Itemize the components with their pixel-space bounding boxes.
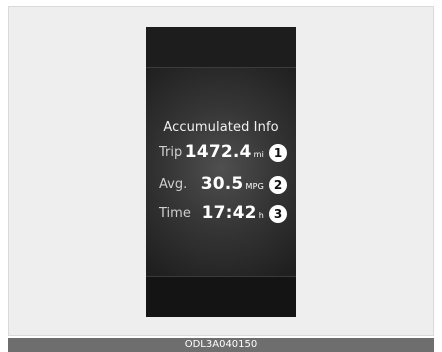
display-bottom-bar xyxy=(146,276,296,317)
trip-value: 1472.4 mi xyxy=(185,142,264,162)
trip-label: Trip xyxy=(159,145,183,160)
average-row: Avg. 30.5 MPG 2 xyxy=(146,174,296,196)
callout-marker-2: 2 xyxy=(269,176,287,194)
time-label: Time xyxy=(159,206,191,221)
display-top-bar xyxy=(146,27,296,68)
trip-distance: 1472.4 xyxy=(184,142,252,162)
figure-code: ODL3A040150 xyxy=(184,339,258,350)
average-label: Avg. xyxy=(159,177,188,192)
elapsed-time: 17:42 xyxy=(201,203,257,223)
figure-code-bar: ODL3A040150 xyxy=(8,338,434,352)
trip-row: Trip 1472.4 mi 1 xyxy=(146,142,296,164)
average-value: 30.5 MPG xyxy=(201,174,264,194)
callout-marker-3: 3 xyxy=(269,205,287,223)
time-value: 17:42 h xyxy=(202,203,264,223)
screen-title: Accumulated Info xyxy=(163,120,279,135)
instrument-cluster-display: Accumulated Info Trip 1472.4 mi 1 Avg. 30… xyxy=(146,27,296,317)
time-row: Time 17:42 h 3 xyxy=(146,203,296,225)
time-unit: h xyxy=(258,211,264,220)
average-unit: MPG xyxy=(245,182,264,191)
trip-unit: mi xyxy=(253,150,264,159)
callout-marker-1: 1 xyxy=(269,144,287,162)
average-fuel-economy: 30.5 xyxy=(200,174,244,194)
display-screen xyxy=(146,68,296,276)
